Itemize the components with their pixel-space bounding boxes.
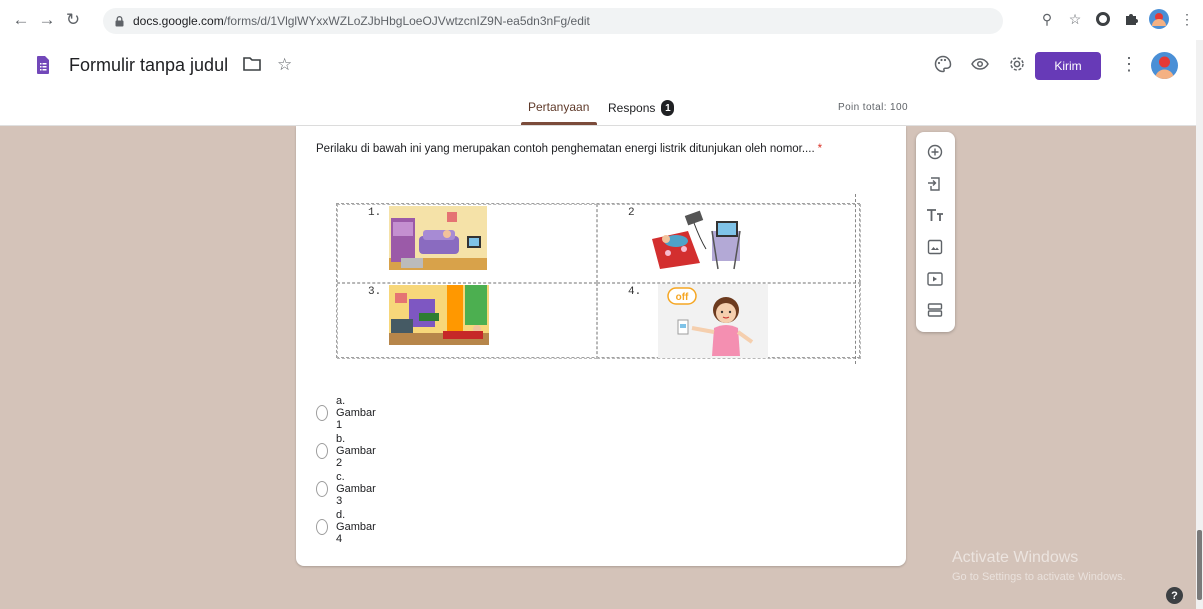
palette-icon[interactable] <box>933 54 953 74</box>
option-label: b. Gambar 2 <box>336 433 376 469</box>
reload-icon[interactable]: ↻ <box>60 7 86 33</box>
tab-responses-label: Respons <box>608 101 656 115</box>
more-options-icon[interactable]: ⋮ <box>1120 54 1138 75</box>
required-mark: * <box>817 143 823 155</box>
radio-button[interactable] <box>316 481 329 497</box>
url-host: docs.google.com <box>133 14 224 28</box>
zoom-icon[interactable]: ⚲ <box>1037 8 1057 30</box>
question-text: Perilaku di bawah ini yang merupakan con… <box>316 143 815 155</box>
folder-icon[interactable] <box>243 57 261 71</box>
image-number-1: 1. <box>368 207 382 219</box>
image-cell-1: 1. <box>337 204 597 283</box>
page-scrollbar-track[interactable] <box>1196 40 1203 609</box>
tab-responses[interactable]: Respons 1 <box>608 100 675 116</box>
option-a[interactable]: a. Gambar 1 <box>316 395 380 431</box>
google-forms-logo-icon[interactable] <box>37 56 49 74</box>
extensions-puzzle-icon[interactable] <box>1121 8 1141 30</box>
responses-count-badge: 1 <box>661 100 675 116</box>
tab-questions[interactable]: Pertanyaan <box>528 100 589 114</box>
add-section-icon[interactable] <box>925 300 945 320</box>
option-d[interactable]: d. Gambar 4 <box>316 509 380 545</box>
browser-toolbar: ← → ↻ docs.google.com/forms/d/1VlglWYxxW… <box>0 0 1203 40</box>
table-guide-line <box>855 194 856 364</box>
preview-eye-icon[interactable] <box>970 54 990 74</box>
image-cell-3: 3. <box>337 283 597 359</box>
option-label: c. Gambar 3 <box>336 471 376 507</box>
question-title: Perilaku di bawah ini yang merupakan con… <box>316 143 822 155</box>
radio-button[interactable] <box>316 519 329 535</box>
question-card[interactable]: Perilaku di bawah ini yang merupakan con… <box>296 126 906 566</box>
settings-gear-icon[interactable] <box>1007 54 1027 74</box>
back-arrow-icon[interactable]: ← <box>8 7 34 33</box>
page-scrollbar-thumb[interactable] <box>1197 530 1202 600</box>
question-image-table: 1. 2 3. 4. off <box>336 194 861 364</box>
bookmark-star-icon[interactable]: ☆ <box>1065 8 1085 30</box>
picture-3-room-image <box>389 285 489 345</box>
browser-menu-icon[interactable]: ⋮ <box>1177 8 1197 30</box>
url-path: /forms/d/1VlglWYxxWZLoZJbHbgLoeOJVwtzcnI… <box>223 14 590 28</box>
add-title-icon[interactable] <box>925 205 945 225</box>
image-number-4: 4. <box>628 286 642 298</box>
avatar[interactable] <box>1151 52 1178 79</box>
windows-activation-subtitle: Go to Settings to activate Windows. <box>952 571 1126 583</box>
lock-icon <box>115 15 124 26</box>
radio-button[interactable] <box>316 443 329 459</box>
image-cell-2: 2 <box>597 204 861 283</box>
address-bar[interactable]: docs.google.com/forms/d/1VlglWYxxWZLoZJb… <box>103 8 1003 34</box>
import-questions-icon[interactable] <box>925 174 945 194</box>
help-icon[interactable]: ? <box>1166 587 1183 604</box>
option-c[interactable]: c. Gambar 3 <box>316 471 380 507</box>
active-tab-indicator <box>521 122 597 125</box>
windows-activation-title: Activate Windows <box>952 549 1079 566</box>
form-tabs: Pertanyaan Respons 1 Poin total: 100 <box>0 90 1203 126</box>
send-button[interactable]: Kirim <box>1035 52 1101 80</box>
question-side-toolbar <box>916 132 955 332</box>
add-question-icon[interactable] <box>925 142 945 162</box>
image-number-2: 2 <box>628 207 635 219</box>
option-label: a. Gambar 1 <box>336 395 376 431</box>
off-sign-text: off <box>676 292 689 303</box>
total-points: Poin total: 100 <box>838 102 908 113</box>
forward-arrow-icon[interactable]: → <box>34 7 60 33</box>
forms-header: Formulir tanpa judul ☆ Kirim ⋮ Pertanyaa… <box>0 40 1203 126</box>
profile-avatar-icon[interactable] <box>1149 8 1169 30</box>
radio-button[interactable] <box>316 405 329 421</box>
form-title[interactable]: Formulir tanpa judul <box>69 55 228 76</box>
add-image-icon[interactable] <box>925 237 945 257</box>
option-b[interactable]: b. Gambar 2 <box>316 433 380 469</box>
image-number-3: 3. <box>368 286 382 298</box>
star-icon[interactable]: ☆ <box>277 55 292 75</box>
picture-1-room-image <box>389 206 487 270</box>
picture-4-switch-off-image: off <box>658 284 768 358</box>
image-cell-4: 4. off <box>597 283 861 359</box>
add-video-icon[interactable] <box>925 269 945 289</box>
option-label: d. Gambar 4 <box>336 509 376 545</box>
picture-2-tv-image <box>652 210 741 270</box>
extension-circle-icon[interactable] <box>1093 8 1113 30</box>
